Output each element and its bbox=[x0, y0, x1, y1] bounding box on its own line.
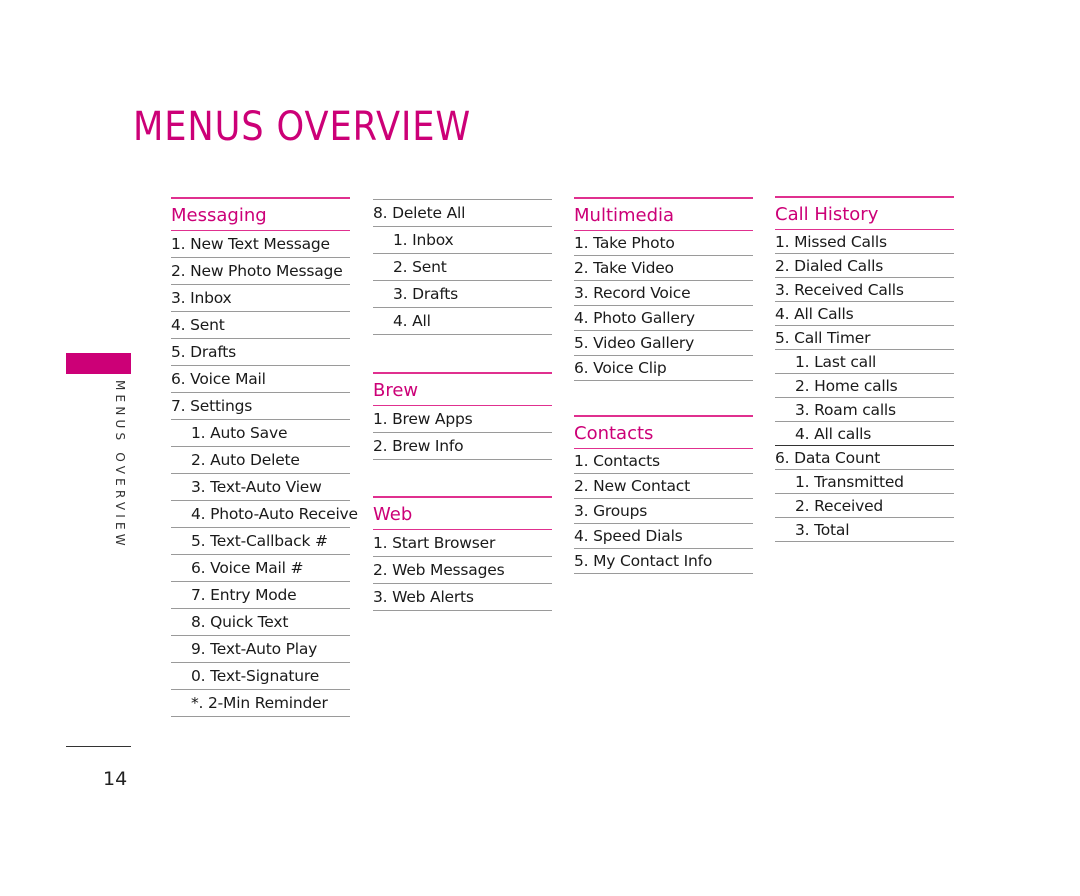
menu-item: 5. Video Gallery bbox=[574, 331, 753, 356]
submenu-item: 2. Auto Delete bbox=[171, 447, 350, 474]
submenu-item: 1. Inbox bbox=[373, 227, 552, 254]
menu-item: 4. All Calls bbox=[775, 302, 954, 326]
footer-rule bbox=[66, 746, 131, 747]
section-heading: Messaging bbox=[171, 197, 350, 231]
section-heading: Call History bbox=[775, 196, 954, 230]
menu-item: 3. Inbox bbox=[171, 285, 350, 312]
submenu-item: 3. Total bbox=[775, 518, 954, 542]
menu-item: 6. Voice Mail bbox=[171, 366, 350, 393]
menu-item: 2. New Photo Message bbox=[171, 258, 350, 285]
menu-item: 3. Groups bbox=[574, 499, 753, 524]
page-number: 14 bbox=[103, 768, 128, 790]
menu-item: 3. Record Voice bbox=[574, 281, 753, 306]
submenu-item: 5. Text-Callback # bbox=[171, 528, 350, 555]
section-heading: Contacts bbox=[574, 415, 753, 449]
section-messaging-continued: 8. Delete All 1. Inbox 2. Sent 3. Drafts 4. … bbox=[373, 199, 552, 335]
menu-item: 4. Photo Gallery bbox=[574, 306, 753, 331]
submenu-item: 4. All calls bbox=[775, 422, 954, 446]
menu-list: 1. Missed Calls 2. Dialed Calls 3. Receive… bbox=[775, 230, 954, 542]
menu-item: 4. Sent bbox=[171, 312, 350, 339]
menu-item: 3. Web Alerts bbox=[373, 584, 552, 611]
menu-item: 2. Dialed Calls bbox=[775, 254, 954, 278]
menu-item: 1. Start Browser bbox=[373, 530, 552, 557]
menu-item: 2. New Contact bbox=[574, 474, 753, 499]
menu-item: 1. New Text Message bbox=[171, 231, 350, 258]
menu-list: 8. Delete All 1. Inbox 2. Sent 3. Drafts 4. … bbox=[373, 199, 552, 335]
menu-item: 3. Received Calls bbox=[775, 278, 954, 302]
column-multimedia: Multimedia 1. Take Photo 2. Take Video 3. … bbox=[574, 197, 753, 574]
section-heading: Multimedia bbox=[574, 197, 753, 231]
submenu-item: 2. Received bbox=[775, 494, 954, 518]
menu-item: 1. Brew Apps bbox=[373, 406, 552, 433]
menu-item: 8. Delete All bbox=[373, 199, 552, 227]
menu-list: 1. Start Browser 2. Web Messages 3. Web Al… bbox=[373, 530, 552, 611]
submenu-item: 7. Entry Mode bbox=[171, 582, 350, 609]
submenu-item: 0. Text-Signature bbox=[171, 663, 350, 690]
submenu-item: 3. Text-Auto View bbox=[171, 474, 350, 501]
menu-item: 2. Take Video bbox=[574, 256, 753, 281]
section-multimedia: Multimedia 1. Take Photo 2. Take Video 3. … bbox=[574, 197, 753, 381]
submenu-item: 9. Text-Auto Play bbox=[171, 636, 350, 663]
column-messaging: Messaging 1. New Text Message 2. New Phot… bbox=[171, 197, 358, 717]
submenu-item: 3. Roam calls bbox=[775, 398, 954, 422]
submenu-item: 8. Quick Text bbox=[171, 609, 350, 636]
menu-item: 1. Missed Calls bbox=[775, 230, 954, 254]
menu-item: 5. Call Timer bbox=[775, 326, 954, 350]
menu-list: 1. New Text Message 2. New Photo Message 3… bbox=[171, 231, 358, 717]
section-web: Web 1. Start Browser 2. Web Messages 3. We… bbox=[373, 496, 552, 611]
menu-list: 1. Contacts 2. New Contact 3. Groups 4. Spe… bbox=[574, 449, 753, 574]
section-heading: Brew bbox=[373, 372, 552, 406]
section-brew: Brew 1. Brew Apps 2. Brew Info bbox=[373, 372, 552, 460]
menu-item: 4. Speed Dials bbox=[574, 524, 753, 549]
column-call-history: Call History 1. Missed Calls 2. Dialed Ca… bbox=[775, 196, 954, 542]
menu-item: 1. Contacts bbox=[574, 449, 753, 474]
menu-item: 7. Settings bbox=[171, 393, 350, 420]
menu-item: 2. Web Messages bbox=[373, 557, 552, 584]
side-section-label: MENUS OVERVIEW bbox=[113, 380, 127, 550]
page-title: MENUS OVERVIEW bbox=[133, 104, 472, 150]
section-contacts: Contacts 1. Contacts 2. New Contact 3. Gro… bbox=[574, 415, 753, 574]
menu-list: 1. Take Photo 2. Take Video 3. Record Voic… bbox=[574, 231, 753, 381]
submenu-item: 2. Sent bbox=[373, 254, 552, 281]
submenu-item: 4. Photo-Auto Receive bbox=[171, 501, 358, 528]
section-messaging: Messaging 1. New Text Message 2. New Phot… bbox=[171, 197, 358, 717]
submenu-item: 6. Voice Mail # bbox=[171, 555, 350, 582]
submenu-item: 1. Transmitted bbox=[775, 470, 954, 494]
menu-item: 2. Brew Info bbox=[373, 433, 552, 460]
submenu-item: 4. All bbox=[373, 308, 552, 335]
menu-item: 5. My Contact Info bbox=[574, 549, 753, 574]
submenu-item: *. 2-Min Reminder bbox=[171, 690, 350, 717]
submenu-item: 3. Drafts bbox=[373, 281, 552, 308]
submenu-item: 1. Auto Save bbox=[171, 420, 350, 447]
column-messaging-cont: 8. Delete All 1. Inbox 2. Sent 3. Drafts 4. … bbox=[373, 199, 552, 611]
menu-item: 6. Voice Clip bbox=[574, 356, 753, 381]
submenu-item: 1. Last call bbox=[775, 350, 954, 374]
menu-item: 1. Take Photo bbox=[574, 231, 753, 256]
section-heading: Web bbox=[373, 496, 552, 530]
menu-list: 1. Brew Apps 2. Brew Info bbox=[373, 406, 552, 460]
submenu-item: 2. Home calls bbox=[775, 374, 954, 398]
section-tab-marker bbox=[66, 353, 131, 374]
section-call-history: Call History 1. Missed Calls 2. Dialed Ca… bbox=[775, 196, 954, 542]
menu-item: 6. Data Count bbox=[775, 446, 954, 470]
menu-item: 5. Drafts bbox=[171, 339, 350, 366]
